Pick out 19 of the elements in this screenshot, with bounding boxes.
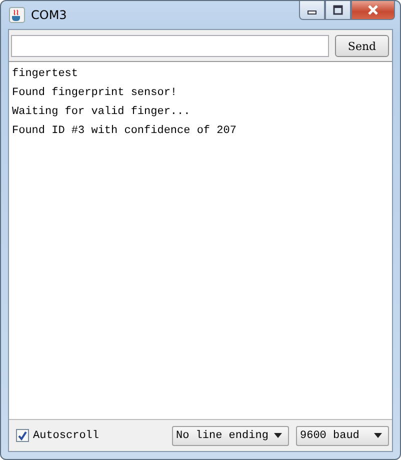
send-button[interactable]: Send <box>335 35 389 57</box>
maximize-icon <box>333 5 343 15</box>
autoscroll-checkbox[interactable] <box>16 429 29 442</box>
close-icon <box>367 5 379 15</box>
caret-icon <box>274 433 282 438</box>
output-line: Found ID #3 with confidence of 207 <box>12 124 238 139</box>
line-ending-dropdown[interactable]: No line ending <box>172 426 289 446</box>
autoscroll-label: Autoscroll <box>33 430 100 442</box>
close-button[interactable] <box>351 1 395 20</box>
baud-dropdown[interactable]: 9600 baud <box>296 426 389 446</box>
input-field[interactable] <box>11 35 329 57</box>
output-line: Found fingerprint sensor! <box>12 86 178 101</box>
maximize-button[interactable] <box>325 1 351 20</box>
window-title: COM3 <box>31 8 67 22</box>
caret-icon <box>374 433 382 438</box>
output-line: fingertest <box>12 67 80 82</box>
output-line: Waiting for valid finger... <box>12 105 192 120</box>
coffee-cup-icon <box>9 7 25 23</box>
minimize-button[interactable] <box>299 1 325 20</box>
